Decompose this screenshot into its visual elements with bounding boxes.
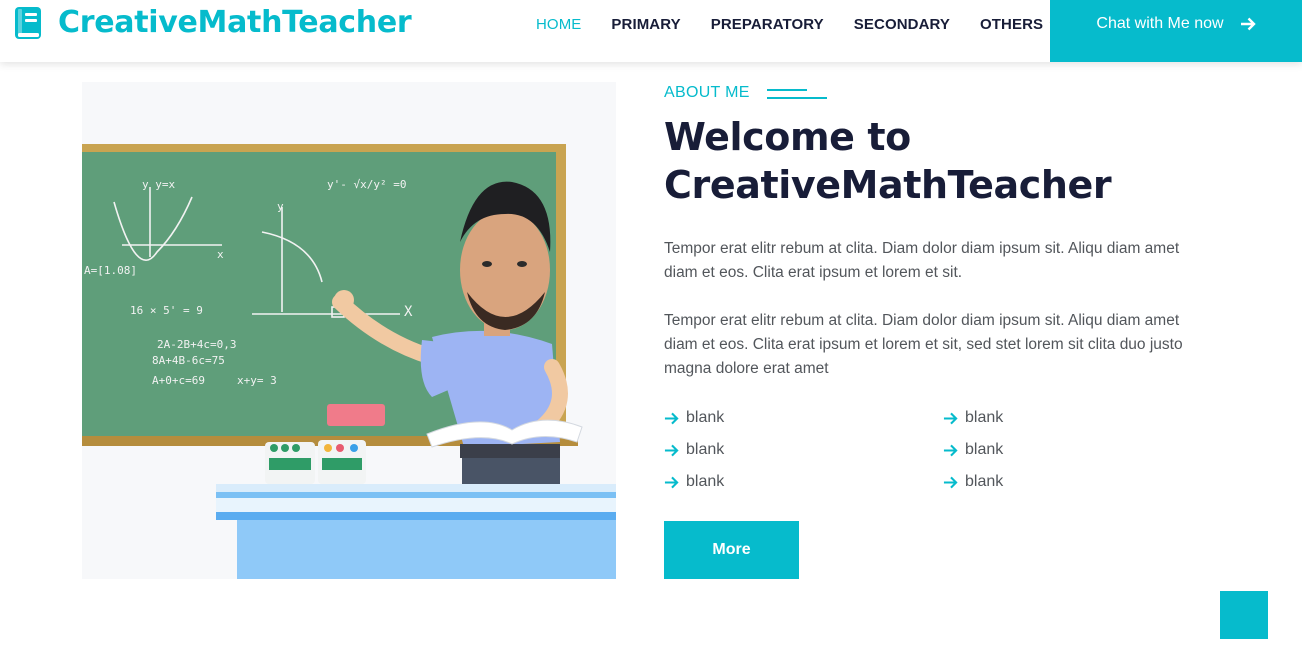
title-line-1: Welcome to <box>664 115 911 159</box>
board-text-4: 16 × 5' = 9 <box>130 304 203 317</box>
chat-button-label: Chat with Me now <box>1096 15 1224 32</box>
title-line-2: CreativeMathTeacher <box>664 163 1112 207</box>
chat-with-me-button[interactable]: Chat with Me now <box>1050 0 1302 62</box>
list-item-label: blank <box>686 409 725 426</box>
board-text-7: A+0+c=69 <box>152 374 205 387</box>
list-item: blank <box>664 438 943 462</box>
list-item-label: blank <box>965 441 1004 458</box>
board-text-8: x+y= 3 <box>237 374 277 387</box>
arrow-right-icon <box>943 412 958 424</box>
nav-others-label: OTHERS <box>980 15 1044 33</box>
more-button[interactable]: More <box>664 521 799 579</box>
nav-primary[interactable]: PRIMARY <box>611 16 680 33</box>
tag-line-long <box>766 97 827 99</box>
nav-preparatory[interactable]: PREPARATORY <box>711 16 824 33</box>
board-axis-y: y <box>277 200 284 213</box>
section-tag-label: ABOUT ME <box>664 84 750 101</box>
arrow-right-icon <box>664 412 679 424</box>
board-text-1: y y=x <box>142 178 175 191</box>
brand-logo[interactable]: CreativeMathTeacher <box>14 5 412 40</box>
nav-home[interactable]: HOME <box>536 16 581 33</box>
list-item: blank <box>943 470 1184 494</box>
section-tag: ABOUT ME <box>664 84 1184 102</box>
list-item-label: blank <box>965 473 1004 490</box>
back-to-top-button[interactable] <box>1220 591 1268 639</box>
about-image: y y=x y'- √x/y² =0 A=[1.08] 16 × 5' = 9 … <box>82 82 616 579</box>
arrow-right-icon <box>664 444 679 456</box>
about-paragraph-2: Tempor erat elitr rebum at clita. Diam d… <box>664 312 1183 377</box>
list-item: blank <box>664 406 943 430</box>
board-axis-X: X <box>404 304 413 320</box>
about-section: ABOUT ME Welcome to CreativeMathTeacher … <box>664 84 1184 494</box>
list-item: blank <box>943 438 1184 462</box>
list-item-label: blank <box>965 409 1004 426</box>
board-text-2: y'- √x/y² =0 <box>327 178 406 191</box>
brand-name: CreativeMathTeacher <box>58 5 412 40</box>
main-nav: HOME PRIMARY PREPARATORY SECONDARY OTHER… <box>521 0 1089 48</box>
arrow-right-icon <box>1240 17 1256 31</box>
board-text-3: A=[1.08] <box>84 264 137 277</box>
arrow-right-icon <box>664 476 679 488</box>
navbar: CreativeMathTeacher HOME PRIMARY PREPARA… <box>0 0 1302 62</box>
board-text-6: 8A+4B-6c=75 <box>152 354 225 367</box>
nav-secondary[interactable]: SECONDARY <box>854 16 950 33</box>
list-item: blank <box>943 406 1184 430</box>
tag-decoration <box>766 88 827 99</box>
tag-line-short <box>766 89 807 91</box>
arrow-right-icon <box>943 444 958 456</box>
board-axis-x: x <box>217 248 224 261</box>
feature-list: blank blank blank blank blank blank <box>664 406 1184 494</box>
list-item: blank <box>664 470 943 494</box>
board-text-5: 2A-2B+4c=0,3 <box>157 338 236 351</box>
arrow-right-icon <box>943 476 958 488</box>
list-item-label: blank <box>686 473 725 490</box>
nav-others[interactable]: OTHERS <box>980 16 1059 33</box>
page-title: Welcome to CreativeMathTeacher <box>664 113 1184 209</box>
about-paragraph-1: Tempor erat elitr rebum at clita. Diam d… <box>664 240 1180 281</box>
list-item-label: blank <box>686 441 725 458</box>
book-icon <box>15 6 41 39</box>
teacher-illustration: y y=x y'- √x/y² =0 A=[1.08] 16 × 5' = 9 … <box>82 82 616 579</box>
